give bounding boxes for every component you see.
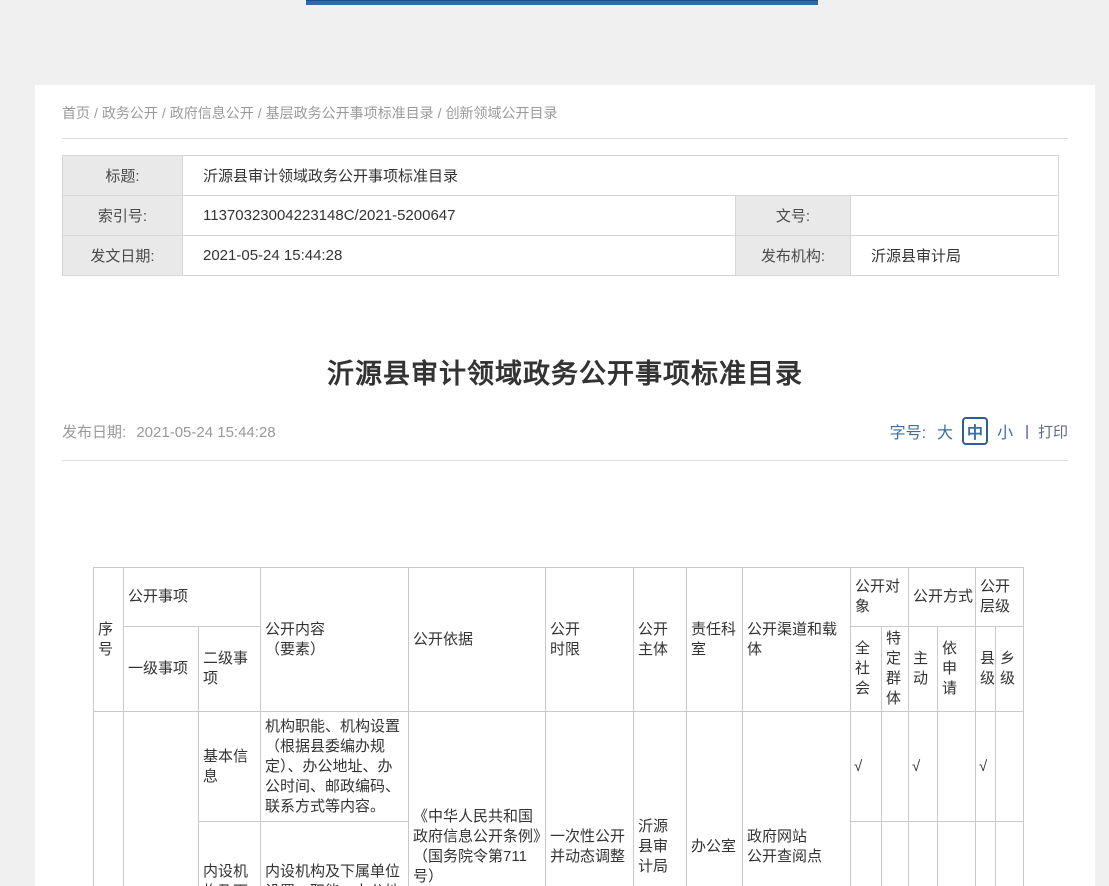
header-subject: 公开 主体 bbox=[634, 568, 687, 712]
publish-toolbar: 发布日期: 2021-05-24 15:44:28 字号: 大 中 小 | 打印 bbox=[62, 417, 1068, 445]
breadcrumb-separator: / bbox=[162, 105, 166, 121]
meta-date-label: 发文日期: bbox=[63, 236, 183, 276]
cell-proactive-check: √ bbox=[909, 712, 938, 822]
cell-responsible-dept: 办公室 bbox=[687, 712, 743, 886]
meta-title-label: 标题: bbox=[63, 156, 183, 196]
header-content: 公开内容 （要素） bbox=[261, 568, 409, 712]
breadcrumb-item[interactable]: 政府信息公开 bbox=[170, 105, 254, 121]
meta-org-value: 沂源县审计局 bbox=[851, 236, 1059, 276]
toolbar-divider: | bbox=[1025, 423, 1029, 440]
breadcrumb-item[interactable]: 创新领域公开目录 bbox=[446, 105, 558, 121]
meta-org-label: 发布机构: bbox=[736, 236, 851, 276]
meta-docnum-label: 文号: bbox=[736, 196, 851, 236]
cell-township bbox=[996, 822, 1024, 886]
breadcrumb-item[interactable]: 基层政务公开事项标准目录 bbox=[266, 105, 434, 121]
breadcrumb-item[interactable]: 首页 bbox=[62, 105, 90, 121]
header-method: 公开方式 bbox=[909, 568, 976, 627]
cell-proactive-check: √ bbox=[909, 822, 938, 886]
header-level1-item: 一级事项 bbox=[124, 627, 199, 712]
breadcrumb-separator: / bbox=[258, 105, 262, 121]
header-time-limit: 公开 时限 bbox=[546, 568, 634, 712]
header-audience: 公开对象 bbox=[851, 568, 909, 627]
header-proactive: 主动 bbox=[909, 627, 938, 712]
publish-date: 发布日期: 2021-05-24 15:44:28 bbox=[62, 421, 276, 442]
toolbar-divider-line bbox=[62, 460, 1068, 461]
meta-row-index: 索引号: 11370323004223148C/2021-5200647 文号: bbox=[63, 196, 1059, 236]
meta-index-label: 索引号: bbox=[63, 196, 183, 236]
header-specific-groups: 特定群体 bbox=[882, 627, 909, 712]
cell-level1-item bbox=[124, 712, 199, 886]
cell-level2-item: 内设机构及下属事业单位 bbox=[199, 822, 261, 886]
cell-township bbox=[996, 712, 1024, 822]
cell-channels: 政府网站 公开查阅点 bbox=[743, 712, 851, 886]
cell-basis: 《中华人民共和国政府信息公开条例》（国务院令第711号） bbox=[409, 712, 546, 886]
cell-county-check: √ bbox=[976, 822, 996, 886]
font-size-medium-button[interactable]: 中 bbox=[962, 417, 988, 445]
catalog-table-wrap: 序号 公开事项 公开内容 （要素） 公开依据 公开 时限 公开 主体 责任科室 … bbox=[93, 567, 1068, 886]
font-size-small-button[interactable]: 小 bbox=[997, 419, 1013, 443]
breadcrumb-item[interactable]: 政务公开 bbox=[102, 105, 158, 121]
font-size-label: 字号: bbox=[890, 419, 926, 443]
cell-on-request bbox=[938, 712, 976, 822]
meta-title-value: 沂源县审计领域政务公开事项标准目录 bbox=[183, 156, 1059, 196]
header-level2-item: 二级事项 bbox=[199, 627, 261, 712]
font-size-large-button[interactable]: 大 bbox=[937, 419, 953, 443]
meta-index-value: 11370323004223148C/2021-5200647 bbox=[183, 196, 736, 236]
cell-on-request bbox=[938, 822, 976, 886]
meta-docnum-value bbox=[851, 196, 1059, 236]
meta-date-value: 2021-05-24 15:44:28 bbox=[183, 236, 736, 276]
top-nav-bar-edge bbox=[306, 0, 818, 5]
cell-whole-society-check: √ bbox=[851, 712, 882, 822]
header-channels: 公开渠道和载体 bbox=[743, 568, 851, 712]
cell-whole-society-check: √ bbox=[851, 822, 882, 886]
publish-date-value: 2021-05-24 15:44:28 bbox=[136, 424, 275, 441]
cell-serial bbox=[94, 712, 124, 886]
header-serial: 序号 bbox=[94, 568, 124, 712]
header-county-level: 县级 bbox=[976, 627, 996, 712]
cell-specific-groups bbox=[882, 822, 909, 886]
header-responsible-dept: 责任科室 bbox=[687, 568, 743, 712]
breadcrumb: 首页/政务公开/政府信息公开/基层政务公开事项标准目录/创新领域公开目录 bbox=[62, 85, 1068, 123]
cell-content: 机构职能、机构设置（根据县委编办规定）、办公地址、办公时间、邮政编码、联系方式等… bbox=[261, 712, 409, 822]
font-size-tools: 字号: 大 中 小 | 打印 bbox=[890, 417, 1068, 445]
cell-specific-groups bbox=[882, 712, 909, 822]
publish-date-label: 发布日期: bbox=[62, 424, 126, 441]
print-button[interactable]: 打印 bbox=[1038, 421, 1068, 442]
header-disclosure-item: 公开事项 bbox=[124, 568, 261, 627]
breadcrumb-divider bbox=[62, 138, 1068, 139]
header-level: 公开层级 bbox=[976, 568, 1024, 627]
header-whole-society: 全社 会 bbox=[851, 627, 882, 712]
meta-row-title: 标题: 沂源县审计领域政务公开事项标准目录 bbox=[63, 156, 1059, 196]
cell-content: 内设机构及下属单位设置、职能、办公地址、办公时间、联系方式、负责人姓名等 bbox=[261, 822, 409, 886]
page-content: 首页/政务公开/政府信息公开/基层政务公开事项标准目录/创新领域公开目录 标题:… bbox=[35, 85, 1095, 886]
catalog-table: 序号 公开事项 公开内容 （要素） 公开依据 公开 时限 公开 主体 责任科室 … bbox=[93, 567, 1024, 886]
cell-level2-item: 基本信息 bbox=[199, 712, 261, 822]
header-on-request: 依申请 bbox=[938, 627, 976, 712]
breadcrumb-separator: / bbox=[94, 105, 98, 121]
document-meta-table: 标题: 沂源县审计领域政务公开事项标准目录 索引号: 1137032300422… bbox=[62, 155, 1059, 276]
meta-row-date: 发文日期: 2021-05-24 15:44:28 发布机构: 沂源县审计局 bbox=[63, 236, 1059, 276]
cell-county-check: √ bbox=[976, 712, 996, 822]
catalog-header-row-1: 序号 公开事项 公开内容 （要素） 公开依据 公开 时限 公开 主体 责任科室 … bbox=[94, 568, 1024, 627]
cell-subject: 沂源县审计局 bbox=[634, 712, 687, 886]
header-basis: 公开依据 bbox=[409, 568, 546, 712]
breadcrumb-separator: / bbox=[438, 105, 442, 121]
cell-time-limit: 一次性公开并动态调整 bbox=[546, 712, 634, 886]
page-title: 沂源县审计领域政务公开事项标准目录 bbox=[62, 352, 1068, 391]
header-township-level: 乡级 bbox=[996, 627, 1024, 712]
catalog-row-basic-info: 基本信息 机构职能、机构设置（根据县委编办规定）、办公地址、办公时间、邮政编码、… bbox=[94, 712, 1024, 822]
